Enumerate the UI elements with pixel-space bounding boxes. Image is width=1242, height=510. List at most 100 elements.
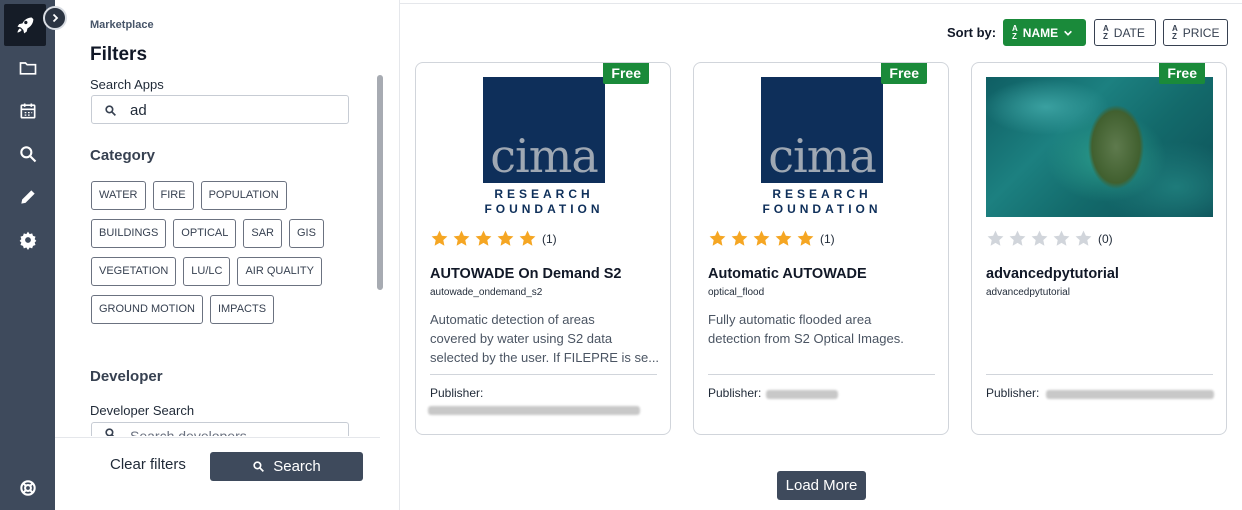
category-chip[interactable]: GROUND MOTION bbox=[91, 295, 203, 324]
pencil-icon[interactable] bbox=[0, 177, 55, 217]
sort-az-icon: AZ bbox=[1172, 23, 1178, 41]
divider bbox=[430, 374, 657, 375]
star-icon bbox=[519, 230, 536, 246]
scrollbar[interactable] bbox=[377, 75, 383, 290]
star-icon bbox=[1031, 230, 1048, 246]
price-badge: Free bbox=[881, 63, 927, 84]
developer-search-input[interactable] bbox=[130, 425, 340, 436]
app-card[interactable]: Free cima RESEARCH FOUNDATION (1) Automa… bbox=[693, 62, 949, 435]
category-chip[interactable]: VEGETATION bbox=[91, 257, 177, 286]
sort-label: Sort by: bbox=[947, 25, 997, 40]
sort-price-button[interactable]: AZ PRICE bbox=[1163, 19, 1228, 46]
chip-row: WATER FIRE POPULATION bbox=[91, 181, 351, 210]
divider bbox=[986, 374, 1213, 375]
star-icon bbox=[475, 230, 492, 246]
star-icon bbox=[1053, 230, 1070, 246]
redacted-publisher bbox=[428, 406, 640, 415]
developer-search-label: Developer Search bbox=[90, 403, 195, 418]
chip-row: GROUND MOTION IMPACTS bbox=[91, 295, 351, 324]
category-chip[interactable]: GIS bbox=[289, 219, 324, 248]
developer-heading: Developer bbox=[90, 368, 163, 385]
search-icon bbox=[105, 105, 116, 116]
app-slug: advancedpytutorial bbox=[986, 287, 1070, 298]
app-description: Automatic detection of areas covered by … bbox=[430, 312, 660, 365]
search-icon bbox=[253, 461, 265, 472]
rating: (1) bbox=[430, 229, 557, 248]
page-title: Filters bbox=[90, 44, 148, 65]
category-chips: WATER FIRE POPULATION BUILDINGS OPTICAL SAR GI… bbox=[91, 181, 351, 333]
sort-name-button[interactable]: AZ NAME bbox=[1003, 19, 1086, 46]
search-apps-input[interactable] bbox=[130, 99, 340, 121]
app-slug: optical_flood bbox=[708, 287, 765, 298]
price-badge: Free bbox=[1159, 63, 1205, 84]
app-logo: cima RESEARCH FOUNDATION bbox=[761, 77, 883, 216]
star-icon bbox=[431, 230, 448, 246]
star-icon bbox=[1075, 230, 1092, 246]
app-description: Fully automatic flooded area detection f… bbox=[708, 312, 904, 346]
clear-filters-button[interactable]: Clear filters bbox=[110, 456, 186, 473]
star-icon bbox=[1009, 230, 1026, 246]
search-apps-label: Search Apps bbox=[90, 77, 164, 92]
star-icon bbox=[497, 230, 514, 246]
app-card[interactable]: Free cima RESEARCH FOUNDATION (1) AUTOWA… bbox=[415, 62, 671, 435]
category-chip[interactable]: BUILDINGS bbox=[91, 219, 167, 248]
publisher-label: Publisher: bbox=[986, 386, 1040, 400]
divider bbox=[708, 374, 935, 375]
sort-date-label: DATE bbox=[1113, 25, 1145, 40]
app-logo: cima RESEARCH FOUNDATION bbox=[483, 77, 605, 216]
star-icon bbox=[987, 230, 1004, 246]
satellite-image bbox=[986, 77, 1213, 217]
search-icon bbox=[105, 428, 115, 436]
gear-icon[interactable] bbox=[0, 220, 55, 260]
star-icon bbox=[709, 230, 726, 246]
divider bbox=[400, 3, 1242, 4]
star-icon bbox=[731, 230, 748, 246]
chip-row: VEGETATION LU/LC AIR QUALITY bbox=[91, 257, 351, 286]
rating: (1) bbox=[708, 229, 835, 248]
sort-name-label: NAME bbox=[1022, 25, 1059, 40]
chevron-down-icon bbox=[1064, 30, 1073, 36]
star-icon bbox=[775, 230, 792, 246]
app-title[interactable]: AUTOWADE On Demand S2 bbox=[430, 266, 621, 282]
help-icon[interactable] bbox=[0, 468, 55, 508]
category-chip[interactable]: FIRE bbox=[152, 181, 194, 210]
category-chip[interactable]: WATER bbox=[91, 181, 146, 210]
star-icon bbox=[753, 230, 770, 246]
breadcrumb: Marketplace bbox=[90, 19, 154, 31]
search-icon[interactable] bbox=[0, 134, 55, 174]
icon-rail bbox=[0, 0, 55, 510]
app-title[interactable]: Automatic AUTOWADE bbox=[708, 266, 867, 282]
calendar-icon[interactable] bbox=[0, 91, 55, 131]
rating: (0) bbox=[986, 229, 1113, 248]
star-icon bbox=[453, 230, 470, 246]
rocket-icon[interactable] bbox=[4, 4, 46, 46]
app-slug: autowade_ondemand_s2 bbox=[430, 287, 543, 298]
sort-az-icon: AZ bbox=[1103, 23, 1109, 41]
sort-az-icon: AZ bbox=[1012, 23, 1018, 41]
app-title[interactable]: advancedpytutorial bbox=[986, 266, 1119, 282]
app-card[interactable]: Free (0) advancedpytutorial advancedpytu… bbox=[971, 62, 1227, 435]
search-button[interactable]: Search bbox=[210, 452, 363, 481]
expand-sidebar-button[interactable] bbox=[43, 6, 67, 30]
folder-icon[interactable] bbox=[0, 48, 55, 88]
filters-panel: Marketplace Filters Search Apps Category… bbox=[55, 0, 400, 510]
category-chip[interactable]: AIR QUALITY bbox=[237, 257, 322, 286]
category-chip[interactable]: LU/LC bbox=[183, 257, 231, 286]
developer-search-field[interactable] bbox=[91, 422, 349, 436]
search-button-label: Search bbox=[273, 458, 321, 475]
chevron-right-icon bbox=[52, 13, 59, 23]
category-chip[interactable]: OPTICAL bbox=[173, 219, 237, 248]
rating-count: (1) bbox=[820, 231, 835, 246]
redacted-publisher bbox=[1046, 390, 1214, 399]
star-icon bbox=[797, 230, 814, 246]
redacted-publisher bbox=[766, 390, 838, 399]
sort-date-button[interactable]: AZ DATE bbox=[1094, 19, 1156, 46]
category-heading: Category bbox=[90, 147, 156, 164]
chip-row: BUILDINGS OPTICAL SAR GIS bbox=[91, 219, 351, 248]
search-apps-field[interactable] bbox=[91, 95, 349, 124]
category-chip[interactable]: POPULATION bbox=[200, 181, 287, 210]
load-more-button[interactable]: Load More bbox=[777, 471, 866, 500]
sort-price-label: PRICE bbox=[1182, 25, 1220, 40]
category-chip[interactable]: IMPACTS bbox=[209, 295, 275, 324]
category-chip[interactable]: SAR bbox=[243, 219, 282, 248]
